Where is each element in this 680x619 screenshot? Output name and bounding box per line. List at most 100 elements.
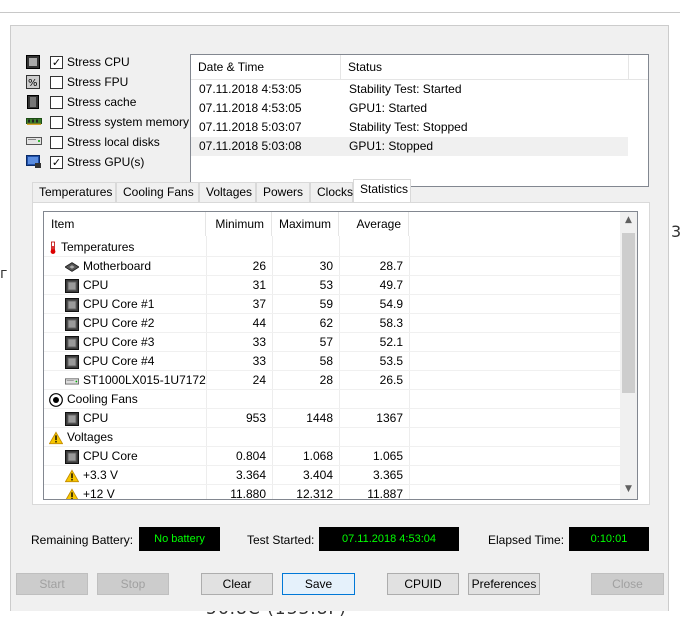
stress-option-label: Stress local disks xyxy=(67,135,160,149)
cpuid-button[interactable]: CPUID xyxy=(387,573,459,595)
cell-minimum: 33 xyxy=(252,335,266,349)
log-header: Date & Time Status xyxy=(191,55,648,80)
gpu-icon xyxy=(26,155,42,169)
table-row[interactable]: CPU Core #2 44 62 58.3 xyxy=(44,314,620,333)
log-row[interactable]: 07.11.2018 4:53:05 Stability Test: Starte… xyxy=(191,80,628,99)
column-maximum[interactable]: Maximum xyxy=(272,212,339,236)
tab-clocks[interactable]: Clocks xyxy=(310,182,353,202)
table-row[interactable]: +12 V 11.880 12.312 11.887 xyxy=(44,485,620,500)
column-minimum[interactable]: Minimum xyxy=(206,212,272,236)
tab-voltages[interactable]: Voltages xyxy=(199,182,256,202)
table-group-row[interactable]: Temperatures xyxy=(44,238,620,257)
cell-average: 11.887 xyxy=(367,487,403,500)
checkbox[interactable] xyxy=(50,115,63,129)
cell-average: 58.3 xyxy=(379,316,403,330)
cell-maximum: 12.312 xyxy=(296,487,333,500)
log-status: Stability Test: Started xyxy=(349,82,462,96)
table-row[interactable]: ST1000LX015-1U7172 24 28 26.5 xyxy=(44,371,620,390)
memory-icon xyxy=(26,115,42,129)
cell-maximum: 1448 xyxy=(306,411,333,425)
cell-minimum: 0.804 xyxy=(235,449,266,463)
preferences-button[interactable]: Preferences xyxy=(468,573,540,595)
tab-statistics[interactable]: Statistics xyxy=(353,179,411,203)
cell-minimum xyxy=(206,238,266,257)
tab-cooling-fans[interactable]: Cooling Fans xyxy=(116,182,199,202)
cell-minimum: 31 xyxy=(252,278,266,292)
chip-icon xyxy=(65,411,83,426)
stress-option-stress-cache[interactable]: Stress cache xyxy=(26,92,136,112)
stress-option-stress-local-disks[interactable]: Stress local disks xyxy=(26,132,160,152)
start-button[interactable]: Start xyxy=(16,573,88,595)
chip-icon xyxy=(65,335,83,350)
stress-option-stress-fpu[interactable]: % Stress FPU xyxy=(26,72,128,92)
stress-option-stress-cpu[interactable]: ✓ Stress CPU xyxy=(26,52,130,72)
cell-maximum xyxy=(272,238,333,257)
checkbox[interactable] xyxy=(50,95,63,109)
checkbox[interactable] xyxy=(50,135,63,149)
warning-icon xyxy=(65,487,83,499)
stop-button[interactable]: Stop xyxy=(97,573,169,595)
log-row[interactable]: 07.11.2018 5:03:07 Stability Test: Stoppe… xyxy=(191,118,628,137)
vertical-scrollbar[interactable]: ▲ ▼ xyxy=(620,212,637,499)
cell-minimum: 33 xyxy=(252,354,266,368)
cell-average: 54.9 xyxy=(379,297,403,311)
cell-minimum: 3.364 xyxy=(235,468,266,482)
log-status: Stability Test: Stopped xyxy=(349,120,468,134)
statistics-table: Item Minimum Maximum Average Temperature… xyxy=(43,211,638,500)
close-button[interactable]: Close xyxy=(591,573,664,595)
table-row[interactable]: CPU 953 1448 1367 xyxy=(44,409,620,428)
svg-text:%: % xyxy=(28,78,38,89)
background-text-left: г xyxy=(0,266,8,282)
log-column-status[interactable]: Status xyxy=(341,55,629,80)
table-row[interactable]: +3.3 V 3.364 3.404 3.365 xyxy=(44,466,620,485)
tab-temperatures[interactable]: Temperatures xyxy=(32,182,116,202)
column-item[interactable]: Item xyxy=(44,212,206,236)
table-row[interactable]: CPU Core #3 33 57 52.1 xyxy=(44,333,620,352)
stress-option-label: Stress CPU xyxy=(67,55,130,69)
row-label: CPU Core #4 xyxy=(83,354,155,368)
fpu-icon: % xyxy=(26,75,42,89)
log-row[interactable]: 07.11.2018 4:53:05 GPU1: Started xyxy=(191,99,628,118)
checkbox[interactable]: ✓ xyxy=(50,155,63,169)
scroll-down-icon[interactable]: ▼ xyxy=(620,484,637,494)
log-datetime: 07.11.2018 5:03:08 xyxy=(199,139,302,153)
clear-button[interactable]: Clear xyxy=(201,573,273,595)
scroll-up-icon[interactable]: ▲ xyxy=(620,215,637,225)
cell-maximum: 53 xyxy=(319,278,333,292)
cell-minimum xyxy=(206,390,266,409)
scrollbar-thumb[interactable] xyxy=(622,233,635,393)
chip-icon xyxy=(65,316,83,331)
chip-icon xyxy=(65,297,83,312)
stress-option-label: Stress cache xyxy=(67,95,137,109)
stress-option-label: Stress system memory xyxy=(67,115,190,129)
column-average[interactable]: Average xyxy=(339,212,409,236)
row-label: +12 V xyxy=(83,487,115,500)
chip-icon xyxy=(65,278,83,293)
table-row[interactable]: CPU Core #1 37 59 54.9 xyxy=(44,295,620,314)
hdd-icon xyxy=(65,374,83,388)
row-label: Motherboard xyxy=(83,259,152,273)
stress-option-stress-system-memory[interactable]: Stress system memory xyxy=(26,112,189,132)
cell-maximum: 62 xyxy=(319,316,333,330)
table-row[interactable]: CPU Core 0.804 1.068 1.065 xyxy=(44,447,620,466)
cell-maximum: 59 xyxy=(319,297,333,311)
save-button[interactable]: Save xyxy=(282,573,355,595)
checkbox[interactable]: ✓ xyxy=(50,55,63,69)
table-row[interactable]: CPU 31 53 49.7 xyxy=(44,276,620,295)
table-row[interactable]: Motherboard 26 30 28.7 xyxy=(44,257,620,276)
row-label: Voltages xyxy=(67,430,114,444)
tab-powers[interactable]: Powers xyxy=(256,182,310,202)
log-row[interactable]: 07.11.2018 5:03:08 GPU1: Stopped xyxy=(191,137,628,156)
log-column-datetime[interactable]: Date & Time xyxy=(191,55,341,80)
stress-option-stress-gpu-s[interactable]: ✓ Stress GPU(s) xyxy=(26,152,144,172)
table-group-row[interactable]: Voltages xyxy=(44,428,620,447)
cell-minimum: 953 xyxy=(245,411,266,425)
cell-maximum: 30 xyxy=(319,259,333,273)
table-group-row[interactable]: Cooling Fans xyxy=(44,390,620,409)
checkbox[interactable] xyxy=(50,75,63,89)
row-label: Temperatures xyxy=(61,240,135,254)
cell-average xyxy=(339,238,403,257)
log-status: GPU1: Stopped xyxy=(349,139,434,153)
table-row[interactable]: CPU Core #4 33 58 53.5 xyxy=(44,352,620,371)
cell-maximum: 57 xyxy=(319,335,333,349)
